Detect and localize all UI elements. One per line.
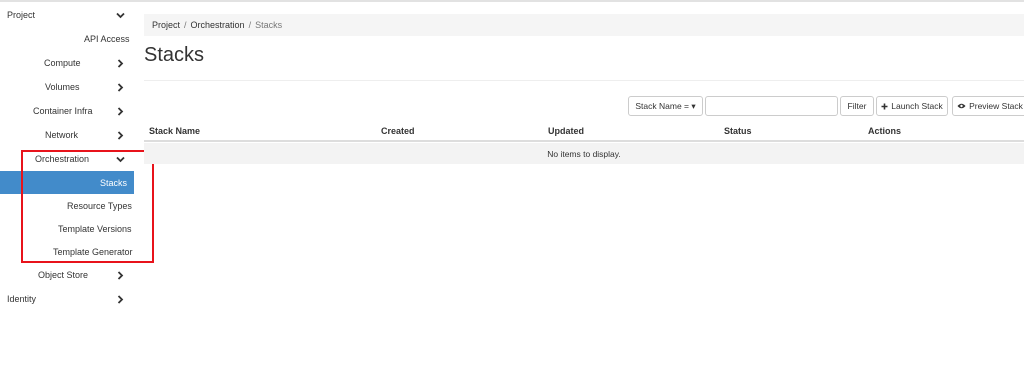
launch-stack-button[interactable]: Launch Stack [876, 96, 948, 116]
chevron-right-icon [115, 82, 125, 92]
preview-stack-button[interactable]: Preview Stack [952, 96, 1024, 116]
column-header-updated[interactable]: Updated [548, 126, 584, 136]
sidebar-item-label: Template Generator [53, 247, 133, 257]
chevron-right-icon [115, 270, 125, 280]
launch-stack-label: Launch Stack [891, 101, 943, 111]
chevron-right-icon [115, 106, 125, 116]
chevron-right-icon [115, 58, 125, 68]
sidebar-item-compute[interactable]: Compute [0, 52, 134, 74]
table-header: Stack Name Created Updated Status Action… [144, 122, 1024, 142]
filter-field-select[interactable]: Stack Name = ▾ [628, 96, 703, 116]
preview-stack-label: Preview Stack [969, 101, 1023, 111]
search-input[interactable] [705, 96, 838, 116]
sidebar-item-label: Volumes [45, 82, 80, 92]
column-header-stack-name[interactable]: Stack Name [149, 126, 200, 136]
sidebar-item-label: Object Store [38, 270, 89, 280]
column-header-created[interactable]: Created [381, 126, 415, 136]
chevron-right-icon [115, 294, 125, 304]
sidebar-item-resource-types[interactable]: Resource Types [0, 195, 134, 217]
sidebar-item-label: Resource Types [67, 201, 132, 211]
sidebar-item-api-access[interactable]: API Access [0, 28, 134, 50]
chevron-right-icon [115, 130, 125, 140]
sidebar-item-orchestration[interactable]: Orchestration [0, 148, 134, 170]
breadcrumb-separator: / [184, 20, 187, 30]
breadcrumb-item-project[interactable]: Project [152, 20, 180, 30]
sidebar-item-label: Identity [7, 294, 37, 304]
sidebar: Project API Access Compute Volumes Conta… [0, 4, 134, 383]
sidebar-item-label: Stacks [100, 177, 128, 188]
top-border [0, 0, 1024, 4]
sidebar-item-label: Network [45, 130, 79, 140]
sidebar-item-stacks[interactable]: Stacks [0, 171, 134, 194]
sidebar-item-label: Template Versions [58, 224, 132, 234]
chevron-down-icon [115, 10, 125, 20]
sidebar-item-project[interactable]: Project [0, 4, 134, 26]
sidebar-item-template-versions[interactable]: Template Versions [0, 218, 134, 240]
sidebar-item-label: API Access [84, 34, 130, 44]
plus-icon [881, 103, 888, 110]
breadcrumb-separator: / [248, 20, 252, 30]
sidebar-item-label: Project [7, 10, 36, 20]
sidebar-item-label: Compute [44, 58, 81, 68]
empty-table-message: No items to display. [144, 143, 1024, 164]
sidebar-item-volumes[interactable]: Volumes [0, 76, 134, 98]
eye-icon [957, 103, 966, 109]
divider [144, 80, 1024, 81]
sidebar-item-label: Orchestration [35, 154, 90, 164]
sidebar-item-label: Container Infra [33, 106, 93, 116]
sidebar-item-template-generator[interactable]: Template Generator [0, 241, 134, 263]
column-header-actions: Actions [868, 126, 902, 136]
sidebar-item-network[interactable]: Network [0, 124, 134, 146]
sidebar-item-identity[interactable]: Identity [0, 288, 134, 310]
sidebar-item-object-store[interactable]: Object Store [0, 264, 134, 286]
breadcrumb: Project / Orchestration / Stacks [144, 14, 1024, 36]
column-header-status[interactable]: Status [724, 126, 752, 136]
breadcrumb-current: Stacks [255, 20, 283, 30]
filter-button[interactable]: Filter [840, 96, 874, 116]
breadcrumb-item-orchestration[interactable]: Orchestration [191, 20, 245, 30]
page-title: Stacks [144, 44, 205, 66]
sidebar-item-container-infra[interactable]: Container Infra [0, 100, 134, 122]
chevron-down-icon [115, 154, 125, 164]
